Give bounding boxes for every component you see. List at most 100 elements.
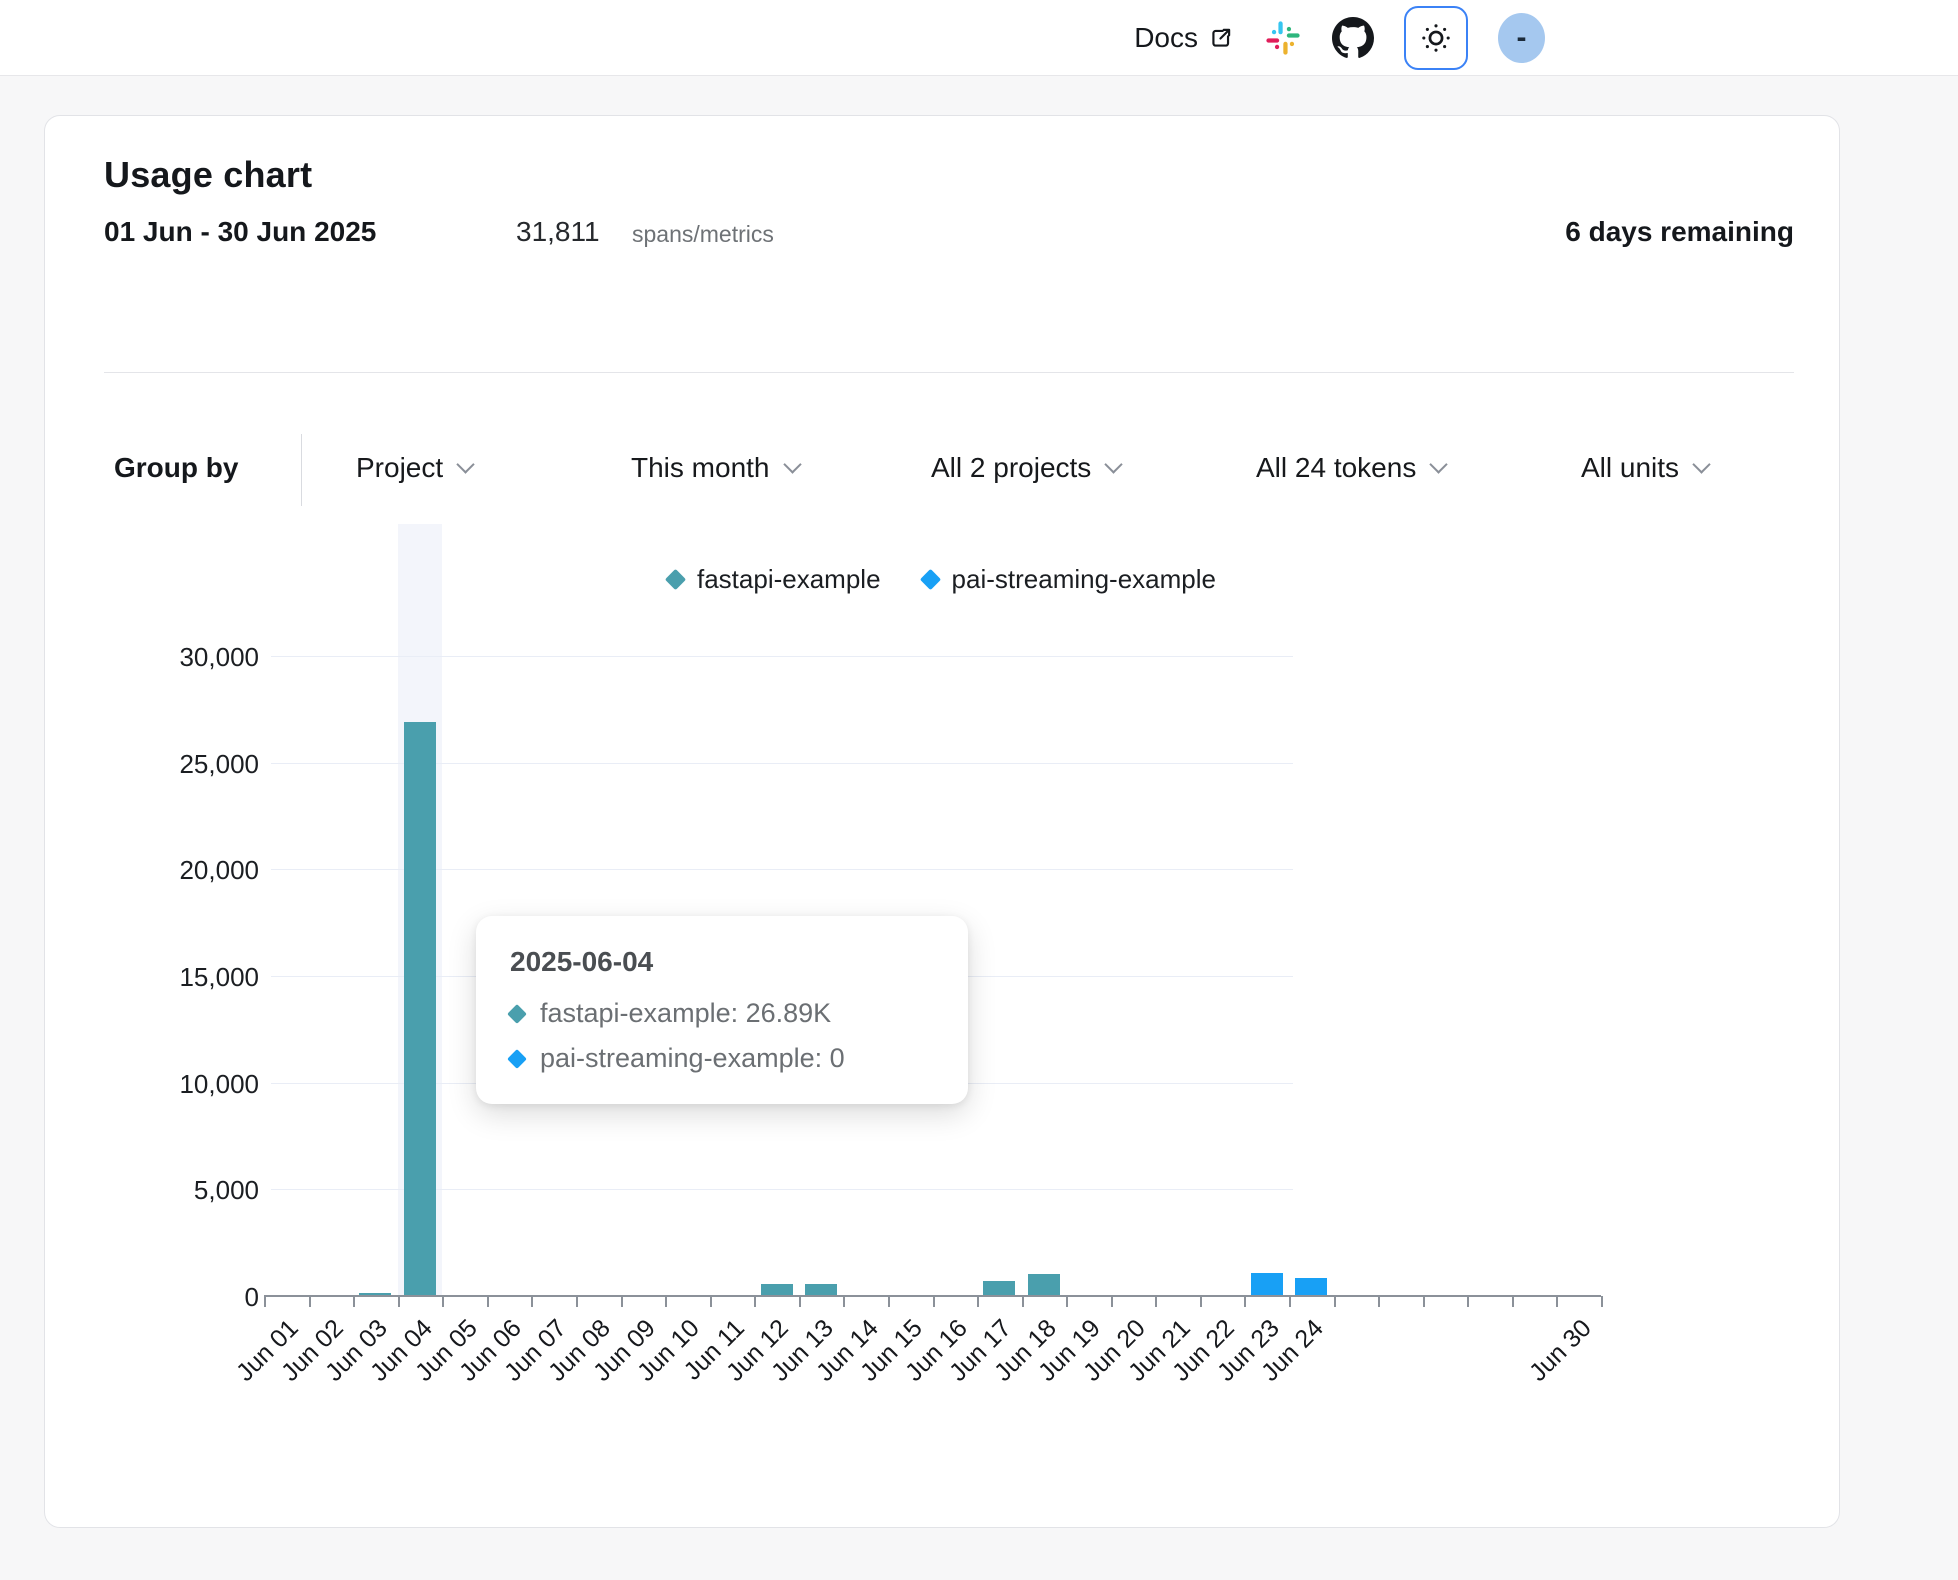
x-axis-tick [799, 1296, 801, 1307]
x-axis-tick [1200, 1296, 1202, 1307]
tooltip-diamond-icon [507, 1004, 527, 1024]
x-axis-tick [576, 1296, 578, 1307]
days-remaining: 6 days remaining [1565, 216, 1794, 248]
filter-bar: Group by Project This month All 2 projects… [45, 434, 1839, 506]
external-link-icon [1208, 25, 1234, 51]
chevron-down-icon [456, 455, 474, 473]
x-axis-tick-label: Jun 05 [409, 1314, 483, 1388]
chevron-down-icon [1430, 455, 1448, 473]
gridline [271, 656, 1293, 657]
slack-icon[interactable] [1264, 19, 1302, 57]
x-axis-tick [264, 1296, 266, 1307]
x-axis-tick-label: Jun 30 [1524, 1314, 1598, 1388]
usage-card: Usage chart 01 Jun - 30 Jun 2025 31,811 … [44, 115, 1840, 1528]
x-axis-tick [977, 1296, 979, 1307]
avatar[interactable]: - [1498, 13, 1545, 63]
filter-dropdown-project[interactable]: Project [356, 452, 472, 484]
tooltip-series-value: pai-streaming-example: 0 [540, 1043, 845, 1074]
x-axis-tick [1155, 1296, 1157, 1307]
y-axis-tick-label: 15,000 [45, 962, 259, 993]
summary-row: 01 Jun - 30 Jun 2025 31,811 spans/metric… [104, 216, 1794, 258]
x-axis-tick-label: Jun 15 [855, 1314, 929, 1388]
x-axis-tick [1289, 1296, 1291, 1307]
x-axis-tick [353, 1296, 355, 1307]
legend-diamond-icon [919, 569, 940, 590]
chevron-down-icon [1105, 455, 1123, 473]
filter-divider [301, 434, 302, 506]
x-axis-tick [442, 1296, 444, 1307]
x-axis-tick [531, 1296, 533, 1307]
legend-label: pai-streaming-example [952, 564, 1216, 595]
bar-fastapi-example-jun-12[interactable] [761, 1284, 793, 1296]
x-axis-tick-label: Jun 09 [588, 1314, 662, 1388]
x-axis-tick [1423, 1296, 1425, 1307]
docs-link[interactable]: Docs [1134, 22, 1234, 54]
x-axis-tick [1066, 1296, 1068, 1307]
filter-dropdown-all-24-tokens[interactable]: All 24 tokens [1256, 452, 1445, 484]
x-axis-tick [710, 1296, 712, 1307]
x-axis-tick [665, 1296, 667, 1307]
x-axis-tick-label: Jun 22 [1167, 1314, 1241, 1388]
legend-item-fastapi-example[interactable]: fastapi-example [668, 564, 881, 595]
filter-dropdown-all-units[interactable]: All units [1581, 452, 1708, 484]
divider [104, 372, 1794, 373]
group-by-label: Group by [114, 452, 238, 484]
github-icon[interactable] [1332, 17, 1374, 59]
x-axis-tick [398, 1296, 400, 1307]
chart-area: 05,00010,00015,00020,00025,00030,000Jun … [45, 116, 1839, 1527]
x-axis-line [264, 1295, 1601, 1297]
x-axis-tick [621, 1296, 623, 1307]
x-axis-tick-label: Jun 03 [320, 1314, 394, 1388]
x-axis-tick-label: Jun 14 [811, 1314, 885, 1388]
sun-icon [1419, 21, 1453, 55]
x-axis-tick [1378, 1296, 1380, 1307]
legend-diamond-icon [665, 569, 686, 590]
legend-item-pai-streaming-example[interactable]: pai-streaming-example [923, 564, 1216, 595]
x-axis-tick-label: Jun 12 [721, 1314, 795, 1388]
x-axis-tick-label: Jun 23 [1212, 1314, 1286, 1388]
topbar: Docs [0, 0, 1958, 76]
y-axis-tick-label: 0 [45, 1282, 259, 1313]
x-axis-tick-label: Jun 01 [231, 1314, 305, 1388]
bar-pai-streaming-example-jun-23[interactable] [1251, 1273, 1283, 1296]
usage-count: 31,811 [516, 216, 600, 248]
x-axis-tick-label: Jun 08 [543, 1314, 617, 1388]
filter-dropdown-label: This month [631, 452, 770, 484]
x-axis-tick [1111, 1296, 1113, 1307]
date-range: 01 Jun - 30 Jun 2025 [104, 216, 376, 248]
x-axis-tick [1467, 1296, 1469, 1307]
page-title: Usage chart [104, 154, 312, 196]
chart-legend: fastapi-example pai-streaming-example [45, 564, 1839, 595]
tooltip-row-pai-streaming-example: pai-streaming-example: 0 [510, 1043, 934, 1074]
bar-pai-streaming-example-jun-24[interactable] [1295, 1278, 1327, 1296]
x-axis-tick [1556, 1296, 1558, 1307]
x-axis-tick [933, 1296, 935, 1307]
chevron-down-icon [1692, 455, 1710, 473]
x-axis-tick [754, 1296, 756, 1307]
filter-dropdown-label: Project [356, 452, 443, 484]
bar-fastapi-example-jun-17[interactable] [983, 1281, 1015, 1296]
x-axis-tick-label: Jun 04 [365, 1314, 439, 1388]
bar-fastapi-example-jun-03[interactable] [359, 1293, 391, 1296]
docs-label: Docs [1134, 22, 1198, 54]
bar-fastapi-example-jun-04[interactable] [404, 722, 436, 1296]
x-axis-tick [1244, 1296, 1246, 1307]
chevron-down-icon [783, 455, 801, 473]
bar-fastapi-example-jun-13[interactable] [805, 1284, 837, 1296]
x-axis-tick [843, 1296, 845, 1307]
filter-dropdown-label: All units [1581, 452, 1679, 484]
page: Docs [0, 0, 1958, 1580]
x-axis-tick-label: Jun 24 [1256, 1314, 1330, 1388]
legend-label: fastapi-example [697, 564, 881, 595]
filter-dropdown-all-2-projects[interactable]: All 2 projects [931, 452, 1120, 484]
tooltip-date: 2025-06-04 [510, 946, 934, 978]
filter-dropdown-this-month[interactable]: This month [631, 452, 799, 484]
bar-fastapi-example-jun-18[interactable] [1028, 1274, 1060, 1296]
filter-dropdown-label: All 24 tokens [1256, 452, 1416, 484]
theme-toggle-button[interactable] [1404, 6, 1468, 70]
x-axis-tick [1601, 1296, 1603, 1307]
tooltip-series-value: fastapi-example: 26.89K [540, 998, 831, 1029]
x-axis-tick-label: Jun 02 [276, 1314, 350, 1388]
x-axis-tick [309, 1296, 311, 1307]
x-axis-tick-label: Jun 19 [1033, 1314, 1107, 1388]
